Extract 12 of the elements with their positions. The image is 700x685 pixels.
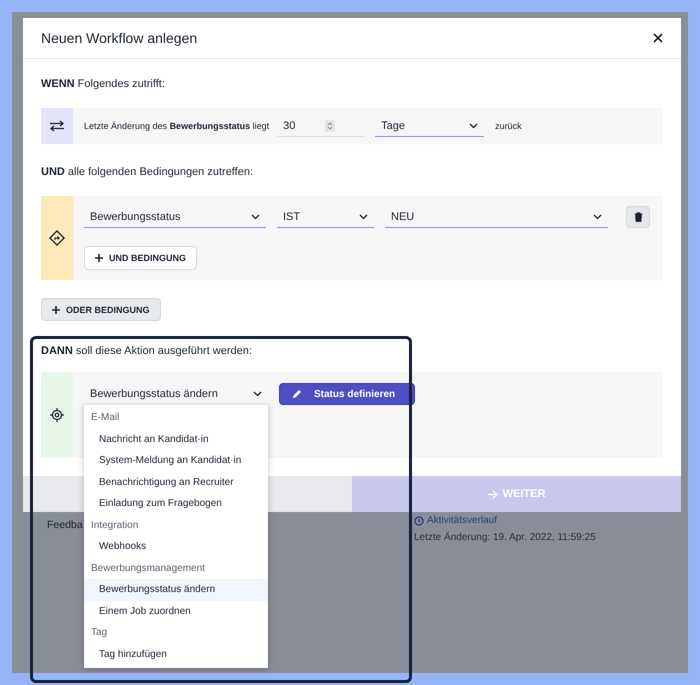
trigger-text: Letzte Änderung des Bewerbungsstatus liegt (84, 121, 270, 131)
section-heading: WENN Folgendes zutrifft: (41, 78, 165, 90)
last-change-text: Letzte Änderung: 19. Apr. 2022, 11:59:25 (414, 532, 596, 543)
suffix-text: zurück (495, 121, 522, 131)
dialog-title: Neuen Workflow anlegen (41, 30, 198, 46)
menu-group-label: Tag (90, 626, 108, 640)
section-heading: UND alle folgenden Bedingungen zutreffen: (41, 166, 254, 178)
menu-group-label: E-Mail (90, 411, 120, 425)
section-heading: DANN soll diese Aktion ausgeführt werden: (41, 345, 252, 357)
menu-group-label: Integration (90, 518, 140, 532)
activity-label: Aktivitätsverlauf (427, 515, 498, 526)
menu-group-label: Bewerbungsmanagement (90, 562, 206, 576)
